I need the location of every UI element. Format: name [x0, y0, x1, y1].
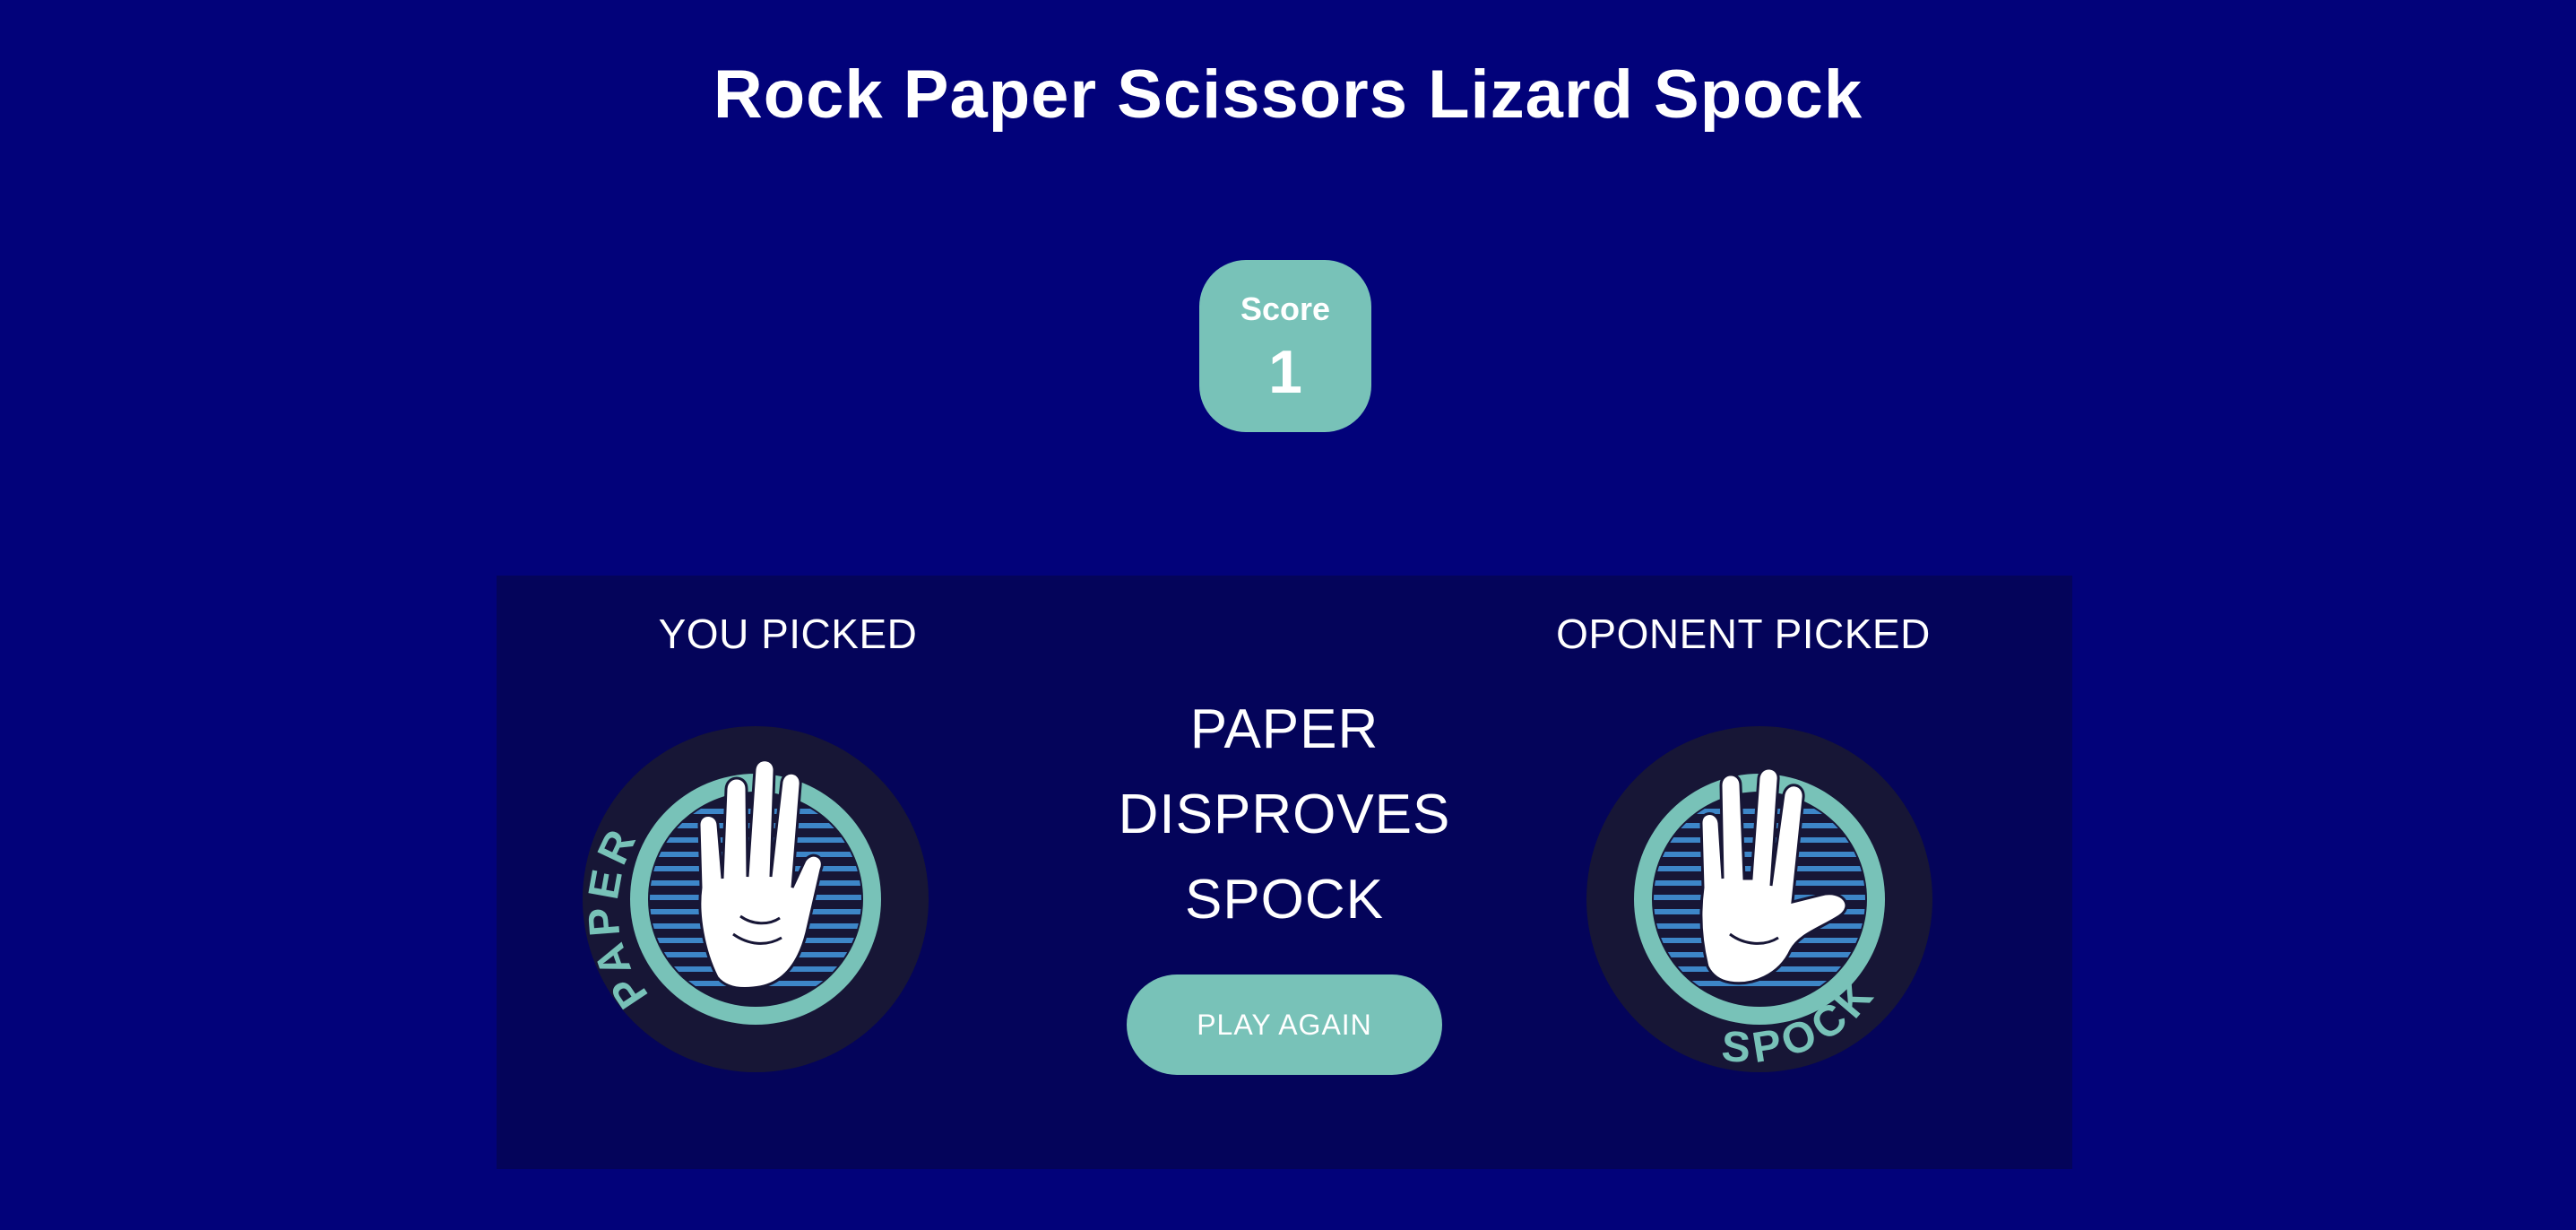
score-box: Score 1 [1199, 260, 1371, 432]
result-panel: YOU PICKED OPONENT PICKED PAPER SPOCK PA… [497, 576, 2072, 1169]
score-label: Score [1240, 290, 1331, 327]
you-picked-heading: YOU PICKED [658, 611, 918, 657]
paper-token: PAPER [583, 726, 929, 1072]
opponent-picked-heading: OPONENT PICKED [1556, 611, 1931, 657]
spock-token: SPOCK [1586, 726, 1932, 1072]
player-pick-column: YOU PICKED [564, 610, 1012, 658]
page-title: Rock Paper Scissors Lizard Spock [713, 56, 1863, 133]
opponent-pick-column: OPONENT PICKED [1519, 610, 1967, 658]
game-page: Rock Paper Scissors Lizard Spock Score 1… [0, 0, 2576, 1230]
play-again-button[interactable]: PLAY AGAIN [1127, 974, 1442, 1075]
result-message-column: PAPER DISPROVES SPOCK PLAY AGAIN [1079, 687, 1490, 1075]
result-line-1: PAPER [1189, 698, 1379, 760]
score-value: 1 [1268, 338, 1302, 406]
result-line-3: SPOCK [1184, 869, 1385, 931]
result-line-2: DISPROVES [1118, 784, 1451, 845]
